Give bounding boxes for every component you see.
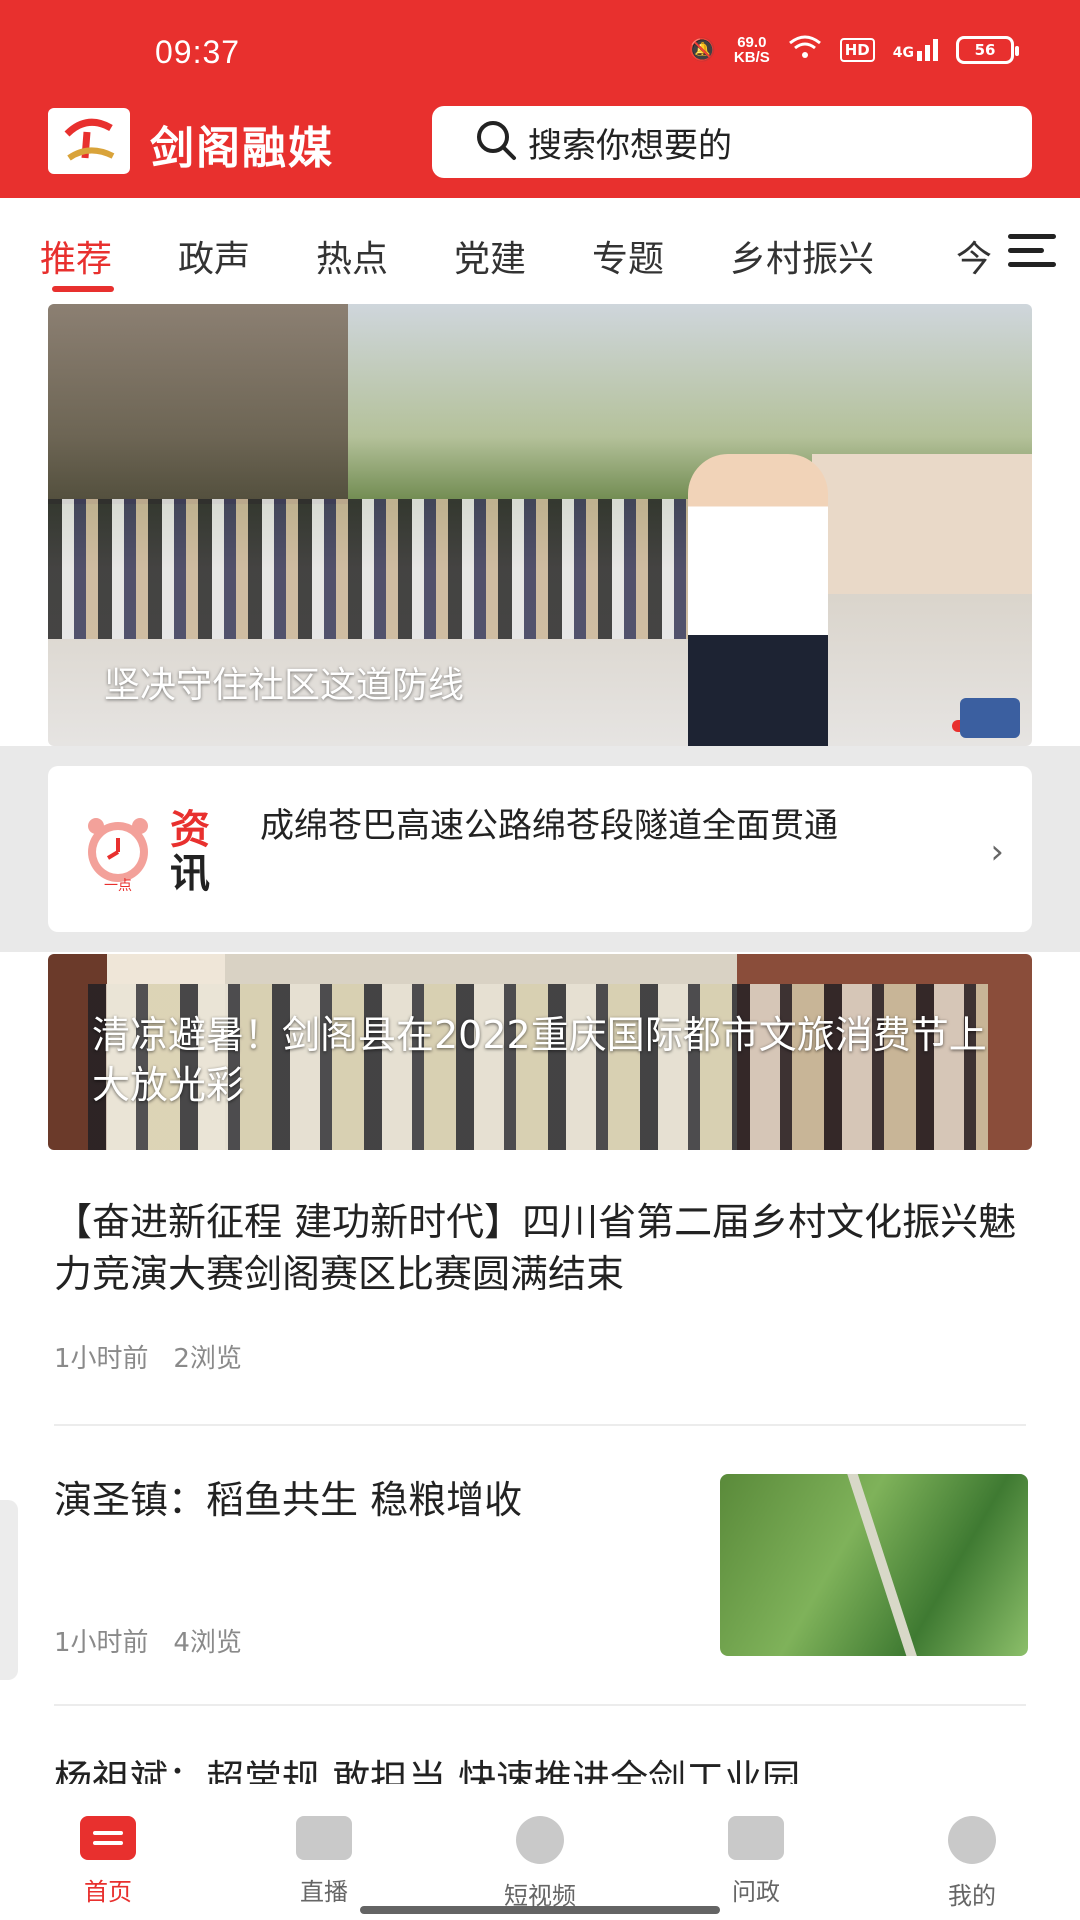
play-icon (516, 1816, 564, 1864)
hd-badge: HD (839, 38, 875, 62)
tab-rural[interactable]: 乡村振兴 (730, 230, 874, 282)
category-tabs: 推荐 政声 热点 党建 专题 乡村振兴 今 (0, 200, 1080, 300)
banner-caption: 坚决守住社区这道防线 (104, 665, 465, 706)
clock-label: 一点 (104, 878, 132, 892)
app-name: 剑阁融媒 (150, 123, 334, 174)
list-item[interactable]: 【奋进新征程 建功新时代】四川省第二届乡村文化振兴魅力竞演大赛剑阁赛区比赛圆满结… (54, 1196, 1034, 1374)
article-meta: 1小时前 4浏览 (54, 1622, 242, 1659)
profile-icon (948, 1816, 996, 1864)
banner-photo-person (688, 454, 828, 746)
net-speed-unit: KB/S (733, 49, 770, 66)
status-time: 09:37 (155, 34, 241, 70)
search-placeholder: 搜索你想要的 (528, 125, 732, 166)
article-time: 1小时前 (54, 1344, 149, 1374)
headline-banner[interactable]: 坚决守住社区这道防线 (48, 304, 1032, 746)
nav-live[interactable]: 直播 (264, 1816, 384, 1907)
search-icon (474, 118, 518, 166)
signal-label: 4G (892, 45, 914, 61)
article-title: 杨祖斌：超常规 敢担当 快速推进全剑工业园 (54, 1757, 801, 1784)
divider (54, 1704, 1026, 1706)
status-bar: 09:37 🔕 69.0 KB/S HD 4G 56 (0, 0, 1080, 100)
tab-special[interactable]: 专题 (592, 230, 664, 282)
banner-photo-crowd (48, 499, 748, 639)
wifi-icon (788, 34, 822, 66)
flash-news-card[interactable]: 一点 资 讯 成绵苍巴高速公路绵苍段隧道全面贯通 › (48, 766, 1032, 932)
nav-home-label: 首页 (84, 1878, 132, 1906)
network-speed: 69.0 KB/S (734, 35, 770, 65)
tab-recommend[interactable]: 推荐 (40, 230, 112, 282)
nav-live-label: 直播 (300, 1878, 348, 1906)
flash-news-section: 一点 资 讯 成绵苍巴高速公路绵苍段隧道全面贯通 › (0, 746, 1080, 952)
list-item[interactable]: 演圣镇：稻鱼共生 稳粮增收 1小时前 4浏览 (54, 1474, 1034, 1660)
battery-level: 56 (974, 41, 996, 59)
flash-label-top: 资 (170, 807, 210, 853)
status-icons: 🔕 69.0 KB/S HD 4G 56 (688, 34, 1019, 66)
nav-profile[interactable]: 我的 (912, 1816, 1032, 1911)
nav-profile-label: 我的 (948, 1882, 996, 1910)
divider (54, 1424, 1026, 1426)
chevron-right-icon: › (990, 832, 1004, 872)
clock-icon: 一点 (76, 808, 160, 894)
flash-label-bottom: 讯 (170, 851, 210, 897)
tab-today[interactable]: 今 (956, 230, 992, 282)
feature-caption: 清凉避暑！剑阁县在2022重庆国际都市文旅消费节上大放光彩 (92, 1013, 987, 1107)
banner-photo-building (48, 304, 348, 504)
article-thumbnail (720, 1474, 1028, 1656)
battery-icon: 56 (956, 36, 1019, 64)
mute-icon: 🔕 (688, 37, 716, 63)
nav-inquiry[interactable]: 问政 (696, 1816, 816, 1907)
nav-home[interactable]: 首页 (48, 1816, 168, 1907)
signal-icon: 4G (893, 39, 938, 61)
article-views: 4浏览 (173, 1628, 242, 1658)
feature-banner[interactable]: 清凉避暑！剑阁县在2022重庆国际都市文旅消费节上大放光彩 (48, 954, 1032, 1150)
side-handle[interactable] (0, 1500, 18, 1680)
home-indicator (360, 1906, 720, 1914)
home-icon (80, 1816, 136, 1860)
flash-news-text: 成绵苍巴高速公路绵苍段隧道全面贯通 (260, 806, 838, 846)
article-time: 1小时前 (54, 1628, 149, 1658)
article-views: 2浏览 (173, 1344, 242, 1374)
video-camera-icon (296, 1816, 352, 1860)
xinhua-badge (960, 698, 1020, 738)
nav-short-video[interactable]: 短视频 (480, 1816, 600, 1911)
list-item[interactable]: 杨祖斌：超常规 敢担当 快速推进全剑工业园 (54, 1748, 1034, 1784)
article-meta: 1小时前 2浏览 (54, 1338, 242, 1375)
nav-inquiry-label: 问政 (732, 1878, 780, 1906)
bottom-nav: 首页 直播 短视频 问政 我的 (0, 1790, 1080, 1920)
banner-photo-wall (812, 454, 1032, 594)
tab-hot[interactable]: 热点 (316, 230, 388, 282)
search-input[interactable]: 搜索你想要的 (432, 106, 1032, 178)
flash-label: 资 讯 (170, 808, 210, 896)
grid-icon (728, 1816, 784, 1860)
menu-icon[interactable] (1008, 234, 1056, 270)
article-title: 【奋进新征程 建功新时代】四川省第二届乡村文化振兴魅力竞演大赛剑阁赛区比赛圆满结… (54, 1200, 1017, 1296)
tab-active-indicator (52, 286, 114, 292)
tab-politics[interactable]: 政声 (178, 230, 250, 282)
tab-party[interactable]: 党建 (454, 230, 526, 282)
app-logo (48, 108, 130, 174)
header-bar: 09:37 🔕 69.0 KB/S HD 4G 56 剑阁融媒 搜索你想要的 (0, 0, 1080, 198)
